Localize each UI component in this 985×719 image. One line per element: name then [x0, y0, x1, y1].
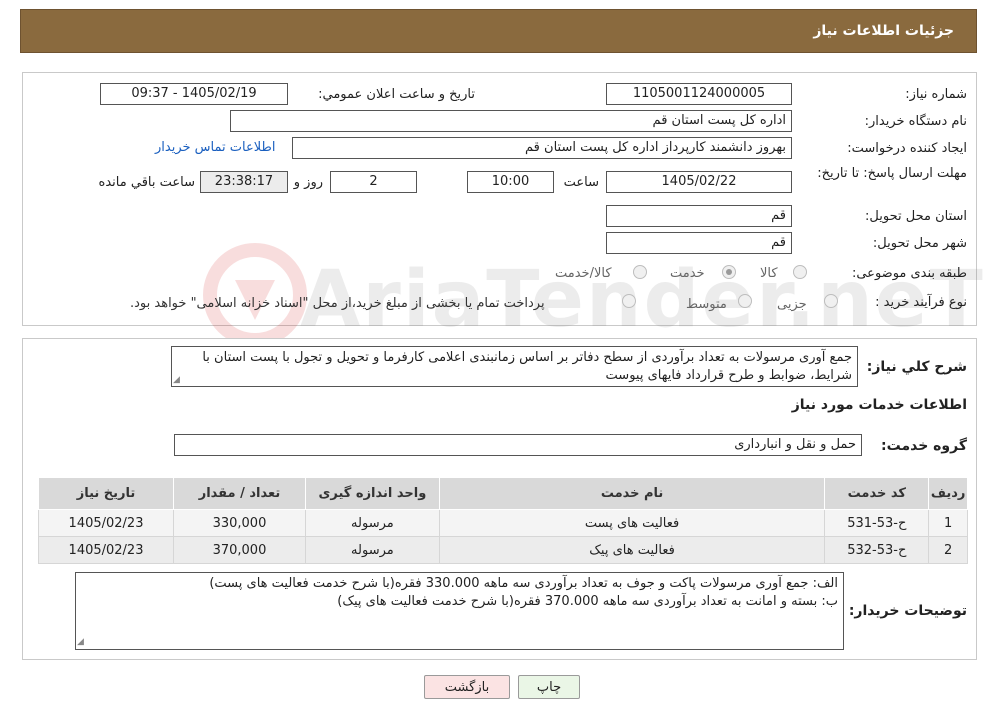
process-medium-label: متوسط [686, 297, 727, 312]
delivery-province-field: قم [606, 205, 792, 227]
need-number-label: شماره نياز: [905, 87, 967, 102]
cell-quantity: 370,000 [173, 536, 306, 564]
cell-service-code: ح-53-532 [824, 536, 930, 564]
process-small-radio[interactable] [824, 294, 838, 308]
delivery-city-field: قم [606, 232, 792, 254]
remaining-time-field: 23:38:17 [200, 171, 288, 193]
category-goods-service-radio[interactable] [633, 265, 647, 279]
category-goods-service-label: کالا/خدمت [555, 266, 612, 281]
announce-datetime-field: 1405/02/19 - 09:37 [100, 83, 288, 105]
cell-service-name: فعالیت های پیک [438, 536, 826, 564]
summary-textarea: جمع آوری مرسولات به تعداد برآوردی از سطح… [171, 346, 858, 387]
col-header-quantity: تعداد / مقدار [173, 477, 306, 510]
category-goods-label: کالا [760, 266, 778, 281]
buyer-contact-link[interactable]: اطلاعات تماس خريدار [155, 140, 275, 155]
cell-unit: مرسوله [304, 536, 440, 564]
delivery-province-label: استان محل تحويل: [865, 209, 967, 224]
category-service-label: خدمت [670, 266, 705, 281]
buyer-notes-line-1: الف: جمع آوری مرسولات پاکت و جوف به تعدا… [209, 576, 838, 591]
col-header-need-date: تاريخ نياز [37, 477, 175, 510]
remaining-time-label: ساعت باقي مانده [98, 175, 195, 190]
buyer-notes-textarea: الف: جمع آوری مرسولات پاکت و جوف به تعدا… [75, 572, 844, 650]
buyer-notes-label: توضيحات خريدار: [848, 603, 967, 619]
resize-handle-icon[interactable]: ◢ [173, 376, 182, 385]
cell-row-number: 2 [928, 536, 968, 564]
process-type-label: نوع فرآیند خرید : [875, 295, 967, 310]
col-header-unit: واحد اندازه گيری [304, 477, 440, 510]
buyer-org-label: نام دستگاه خريدار: [864, 114, 967, 129]
process-treasury-note: پرداخت تمام یا بخشی از مبلغ خرید،از محل … [130, 296, 545, 311]
category-goods-radio[interactable] [793, 265, 807, 279]
category-service-radio[interactable] [722, 265, 736, 279]
request-creator-field: بهروز دانشمند کارپرداز اداره کل پست استا… [292, 137, 792, 159]
back-button[interactable]: بازگشت [424, 675, 510, 699]
resize-handle-icon[interactable]: ◢ [77, 638, 86, 647]
cell-need-date: 1405/02/23 [37, 509, 175, 537]
table-header-row: رديف کد خدمت نام خدمت واحد اندازه گيری ت… [37, 477, 968, 510]
services-section-title: اطلاعات خدمات مورد نياز [791, 397, 967, 413]
cell-service-name: فعالیت های پست [438, 509, 826, 537]
need-number-field: 1105001124000005 [606, 83, 792, 105]
buyer-notes-line-2: ب: بسته و امانت به تعداد برآوردی سه ماهه… [337, 594, 838, 609]
print-button[interactable]: چاپ [518, 675, 580, 699]
cell-service-code: ح-53-531 [824, 509, 930, 537]
announce-datetime-label: تاريخ و ساعت اعلان عمومي: [318, 87, 475, 102]
delivery-city-label: شهر محل تحويل: [872, 236, 967, 251]
cell-row-number: 1 [928, 509, 968, 537]
table-row: 2 ح-53-532 فعالیت های پیک مرسوله 370,000… [37, 536, 968, 564]
cell-unit: مرسوله [304, 509, 440, 537]
col-header-row-number: رديف [928, 477, 968, 510]
process-medium-radio[interactable] [738, 294, 752, 308]
deadline-date-field: 1405/02/22 [606, 171, 792, 193]
service-group-label: گروه خدمت: [881, 438, 967, 454]
request-creator-label: ايجاد کننده درخواست: [847, 141, 967, 156]
page-title: جزئيات اطلاعات نياز [813, 23, 954, 39]
cell-need-date: 1405/02/23 [37, 536, 175, 564]
category-label: طبقه بندی موضوعی: [851, 266, 967, 281]
services-table: رديف کد خدمت نام خدمت واحد اندازه گيری ت… [37, 477, 968, 564]
deadline-time-field: 10:00 [467, 171, 554, 193]
process-treasury-radio[interactable] [622, 294, 636, 308]
service-group-field: حمل و نقل و انبارداری [174, 434, 862, 456]
days-label: روز و [293, 175, 323, 190]
buyer-org-field: اداره کل پست استان قم [230, 110, 792, 132]
remaining-days-field: 2 [330, 171, 417, 193]
table-row: 1 ح-53-531 فعالیت های پست مرسوله 330,000… [37, 509, 968, 537]
col-header-service-code: کد خدمت [824, 477, 930, 510]
col-header-service-name: نام خدمت [438, 477, 826, 510]
summary-label: شرح کلي نياز: [866, 359, 967, 375]
cell-quantity: 330,000 [173, 509, 306, 537]
deadline-label: مهلت ارسال پاسخ: تا تاريخ: [817, 166, 967, 181]
process-small-label: جزیی [777, 297, 807, 312]
page-header: جزئيات اطلاعات نياز [20, 9, 977, 53]
deadline-time-label: ساعت [563, 175, 599, 190]
